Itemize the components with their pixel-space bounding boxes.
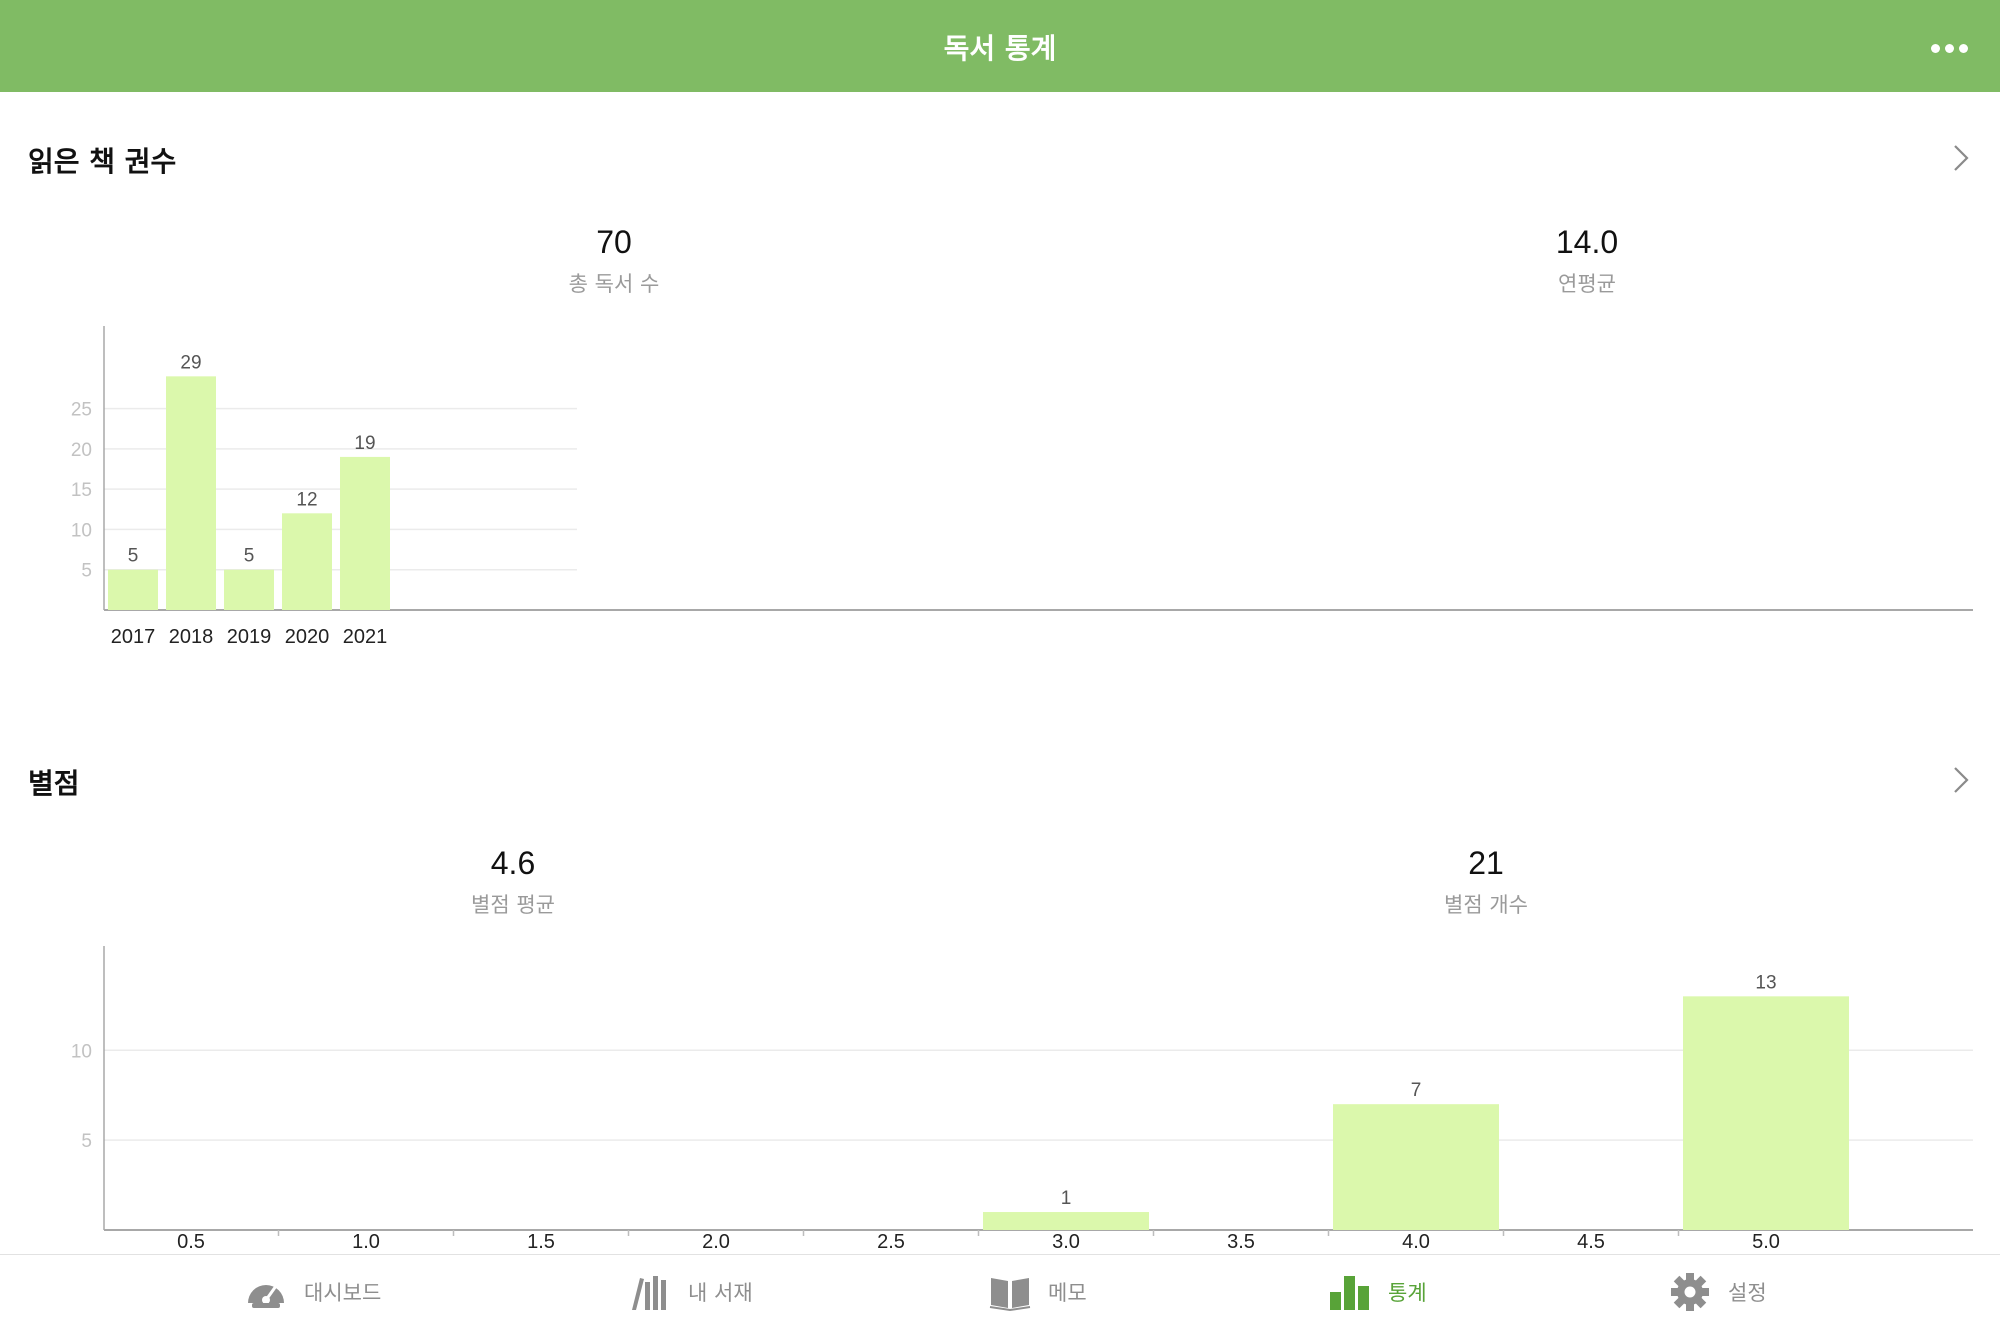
- yearly-average-value: 14.0: [1555, 224, 1619, 260]
- bar-value-label: 19: [354, 433, 375, 454]
- bar-chart-icon: [1330, 1275, 1369, 1310]
- chevron-right-icon[interactable]: [1948, 138, 1974, 178]
- tab-my-library[interactable]: 내 서재: [628, 1255, 753, 1327]
- bar-value-label: 29: [180, 352, 201, 373]
- bar: [282, 513, 332, 610]
- yearly-average-label: 연평균: [1558, 272, 1616, 296]
- tab-settings-label: 설정: [1728, 1280, 1767, 1305]
- tab-statistics-label: 통계: [1388, 1280, 1427, 1305]
- bar: [166, 376, 216, 610]
- x-tick-label: 2018: [169, 626, 214, 648]
- x-tick-label: 1.0: [352, 1231, 380, 1253]
- open-book-icon: [989, 1277, 1031, 1311]
- books-section-title: 읽은 책 권수: [28, 145, 177, 178]
- x-tick-label: 3.0: [1052, 1231, 1080, 1253]
- speedometer-icon: [248, 1284, 284, 1308]
- page-title: 독서 통계: [943, 32, 1057, 65]
- bar-value-label: 5: [128, 546, 139, 567]
- rating-average-label: 별점 평균: [471, 893, 555, 917]
- more-options-button[interactable]: [1924, 30, 1974, 66]
- bar: [1333, 1104, 1499, 1230]
- bar: [108, 569, 158, 610]
- tab-my-library-label: 내 서재: [688, 1280, 753, 1305]
- y-tick-label: 10: [71, 520, 92, 541]
- rating-distribution-chart: 5 10 0.5 1.0 1.5 2.0 2.5 1 3.0 3.5 7 4.0 4.5 13 5.0: [71, 946, 1973, 1253]
- x-tick-label: 3.5: [1227, 1231, 1255, 1253]
- x-tick-label: 0.5: [177, 1231, 205, 1253]
- bookshelf-icon: [632, 1275, 666, 1310]
- ellipsis-dot: [1958, 43, 1968, 53]
- bottom-tab-bar: 대시보드 내 서재 메모 통계 설정: [0, 1254, 2000, 1327]
- gear-icon: [1671, 1272, 1709, 1311]
- x-tick-label: 4.0: [1402, 1231, 1430, 1253]
- rating-average-value: 4.6: [490, 845, 536, 881]
- bar: [1683, 996, 1849, 1230]
- rating-count-label: 별점 개수: [1444, 893, 1528, 917]
- tab-memo-label: 메모: [1048, 1280, 1087, 1305]
- ellipsis-dot: [1944, 43, 1954, 53]
- y-tick-label: 5: [81, 561, 92, 582]
- rating-section-title: 별점: [28, 767, 80, 800]
- x-tick-label: 2017: [111, 626, 156, 648]
- y-tick-label: 15: [71, 480, 92, 501]
- bar-value-label: 12: [296, 489, 317, 510]
- bar-value-label: 5: [244, 546, 255, 567]
- tab-dashboard-label: 대시보드: [304, 1280, 382, 1305]
- x-tick-label: 2021: [343, 626, 388, 648]
- x-tick-label: 5.0: [1752, 1231, 1780, 1253]
- tab-dashboard[interactable]: 대시보드: [244, 1255, 381, 1327]
- bar: [983, 1212, 1149, 1230]
- bar: [340, 456, 390, 610]
- x-tick-label: 2019: [227, 626, 272, 648]
- header-bar: 독서 통계: [0, 0, 2000, 92]
- chevron-right-icon[interactable]: [1948, 760, 1974, 800]
- bar-value-label: 7: [1411, 1080, 1422, 1101]
- y-tick-label: 25: [71, 400, 92, 421]
- rating-count-value: 21: [1468, 845, 1504, 881]
- y-tick-label: 5: [81, 1131, 92, 1152]
- ellipsis-icon: [1930, 43, 1940, 53]
- x-tick-label: 4.5: [1577, 1231, 1605, 1253]
- bar: [224, 569, 274, 610]
- x-tick-label: 2.5: [877, 1231, 905, 1253]
- y-tick-label: 10: [71, 1041, 92, 1062]
- tab-memo[interactable]: 메모: [988, 1255, 1087, 1327]
- x-tick-label: 2020: [285, 626, 330, 648]
- x-tick-label: 2.0: [702, 1231, 730, 1253]
- x-tick-label: 1.5: [527, 1231, 555, 1253]
- bar-value-label: 1: [1061, 1188, 1072, 1209]
- total-books-label: 총 독서 수: [568, 272, 660, 296]
- tab-settings[interactable]: 설정: [1668, 1255, 1767, 1327]
- books-per-year-chart: 5 10 15 20 25 5 2017 29 2018 5 2019 12 2020 19 2021: [71, 326, 1973, 648]
- bar-value-label: 13: [1755, 972, 1776, 993]
- total-books-value: 70: [596, 224, 632, 260]
- tab-statistics[interactable]: 통계: [1328, 1255, 1427, 1327]
- y-tick-label: 20: [71, 440, 92, 461]
